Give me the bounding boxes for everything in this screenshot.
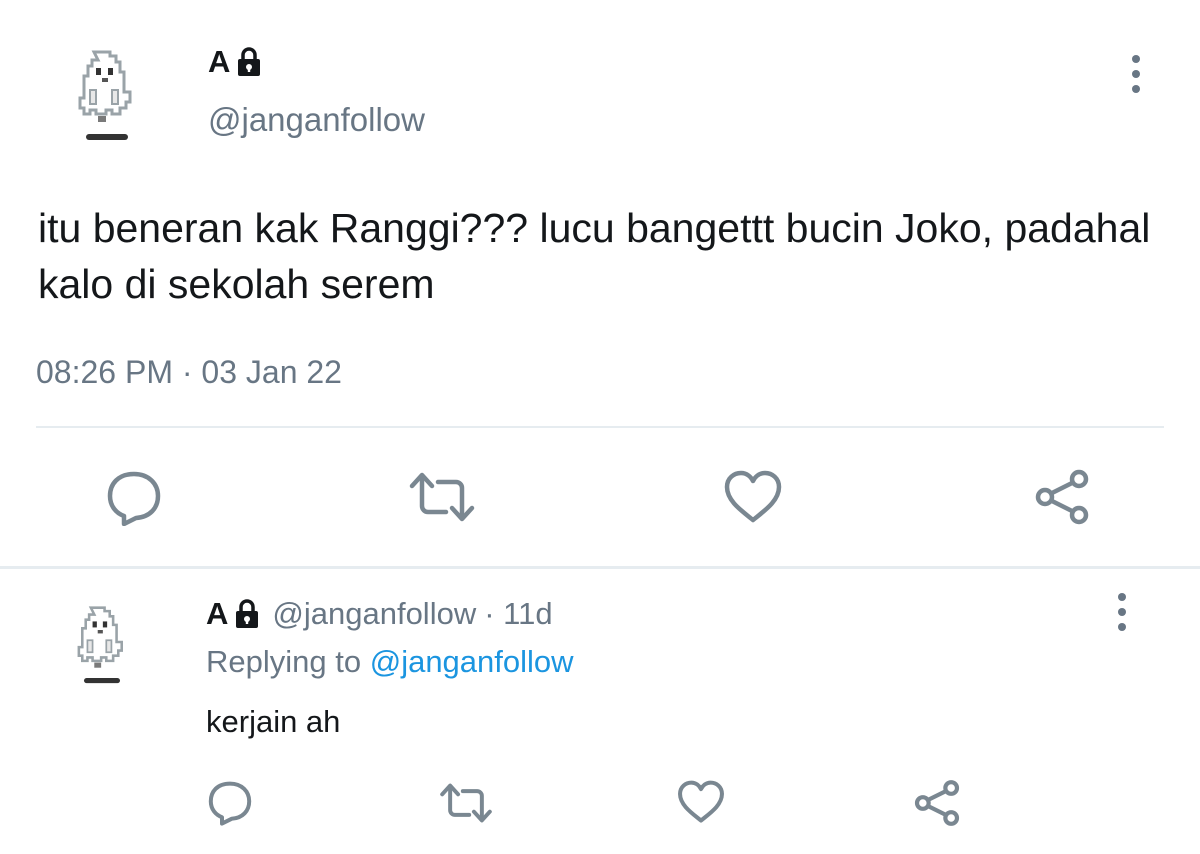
replying-to-label: Replying to xyxy=(206,644,362,679)
avatar[interactable] xyxy=(72,50,142,150)
display-name[interactable]: A xyxy=(206,594,228,634)
retweet-icon[interactable] xyxy=(438,780,494,826)
lock-icon xyxy=(238,47,261,76)
tweet-text: itu beneran kak Ranggi??? lucu bangettt … xyxy=(38,205,1151,307)
replying-to-link[interactable]: @janganfollow xyxy=(370,644,574,679)
share-icon[interactable] xyxy=(912,778,962,828)
display-name[interactable]: A xyxy=(208,44,262,80)
reply-icon[interactable] xyxy=(104,468,164,526)
tweet-separator xyxy=(0,566,1200,569)
more-vertical-icon[interactable] xyxy=(1106,590,1138,634)
lock-icon xyxy=(236,599,259,628)
reply-icon[interactable] xyxy=(206,778,254,826)
avatar[interactable] xyxy=(72,606,132,710)
tweet-age: · 11d xyxy=(484,596,553,631)
replying-to: Replying to @janganfollow xyxy=(206,642,574,682)
handle[interactable]: @janganfollow xyxy=(272,594,476,634)
tweet-text: kerjain ah xyxy=(206,704,341,739)
share-icon[interactable] xyxy=(1032,468,1092,526)
handle[interactable]: @janganfollow xyxy=(208,100,425,140)
like-icon[interactable] xyxy=(722,468,784,526)
tweet-timestamp[interactable]: 08:26 PM · 03 Jan 22 xyxy=(36,352,342,392)
retweet-icon[interactable] xyxy=(408,468,476,526)
divider xyxy=(36,426,1164,428)
like-icon[interactable] xyxy=(676,778,726,826)
display-name-text: A xyxy=(208,44,231,79)
reply-header: A @janganfollow · 11d xyxy=(206,594,553,634)
more-vertical-icon[interactable] xyxy=(1120,52,1152,96)
